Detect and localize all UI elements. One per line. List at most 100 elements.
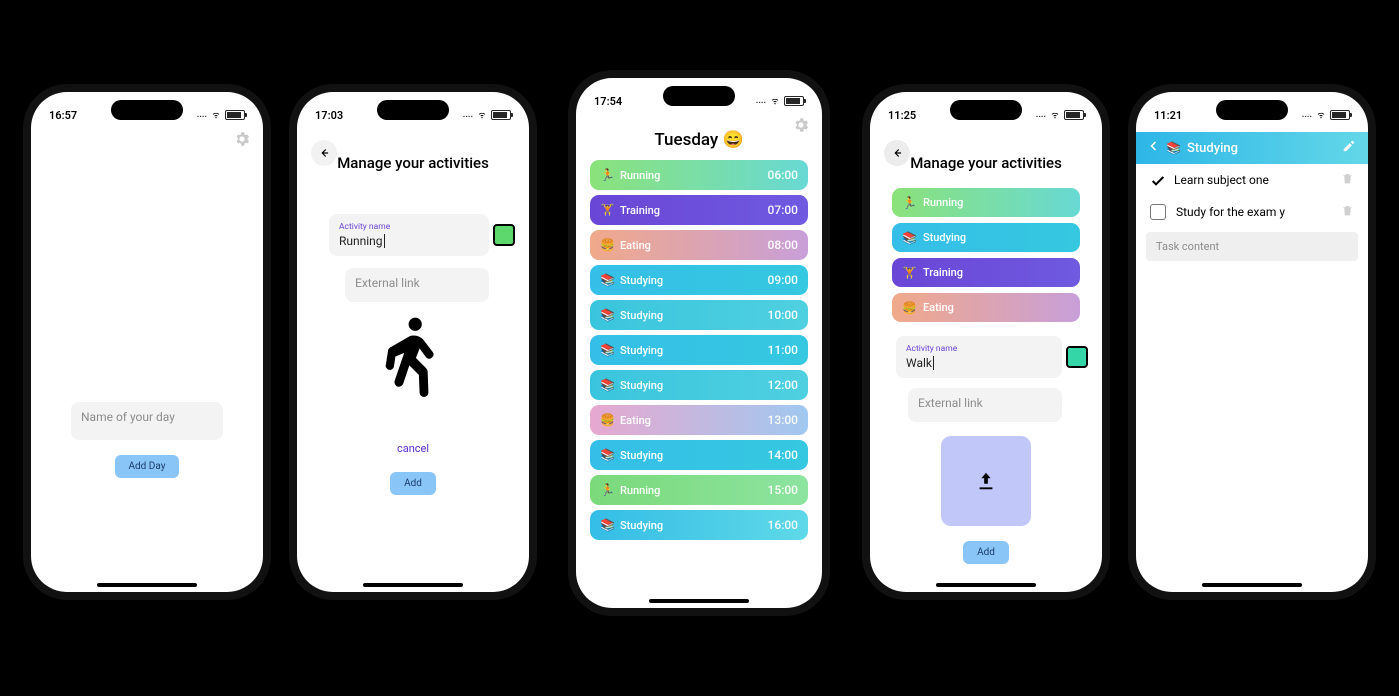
activity-icon: 📚 <box>600 519 615 531</box>
notch <box>1216 100 1288 120</box>
back-button[interactable] <box>884 140 910 166</box>
activity-name: Eating <box>620 239 651 252</box>
activity-time: 07:00 <box>768 203 798 217</box>
trash-icon[interactable] <box>1341 172 1354 188</box>
edit-icon[interactable] <box>1342 139 1356 157</box>
schedule-row[interactable]: 🍔 Eating 08:00 <box>590 230 808 260</box>
activity-time: 06:00 <box>768 168 798 182</box>
screen-manage-activity-new: 17:03 .... Manage your activities Activi… <box>297 92 529 592</box>
status-icons: .... <box>197 110 245 120</box>
schedule-row[interactable]: 📚Studying16:00 <box>590 510 808 540</box>
upload-icon <box>975 470 997 492</box>
upload-image-button[interactable] <box>941 436 1031 526</box>
activity-name: Eating <box>620 414 651 427</box>
todo-item: Study for the exam y <box>1136 196 1368 228</box>
schedule-row[interactable]: 📚Studying14:00 <box>590 440 808 470</box>
schedule-row[interactable]: 📚 Studying 12:00 <box>590 370 808 400</box>
trash-icon[interactable] <box>1341 204 1354 220</box>
external-link-input[interactable]: External link <box>908 388 1062 422</box>
battery-icon <box>1330 110 1350 120</box>
cancel-link[interactable]: cancel <box>297 442 529 455</box>
activity-chip[interactable]: 🍔 Eating <box>892 293 1080 322</box>
activity-name-input[interactable]: Activity name Walk <box>896 336 1062 378</box>
color-picker[interactable] <box>1066 346 1088 368</box>
activity-icon: 🍔 <box>600 414 615 426</box>
todo-text: Learn subject one <box>1174 173 1269 187</box>
activity-chip-label: Studying <box>923 231 966 244</box>
schedule-row[interactable]: 📚Studying10:00 <box>590 300 808 330</box>
activity-icon: 🏃 <box>902 197 917 209</box>
activity-name-label: Activity name <box>906 344 1052 354</box>
activity-chip-label: Eating <box>923 301 954 314</box>
add-button[interactable]: Add <box>390 472 436 495</box>
activity-name: Studying <box>620 379 663 392</box>
activity-icon: 📚 <box>600 274 615 286</box>
status-icons: .... <box>1036 110 1084 120</box>
wifi-icon <box>476 111 488 119</box>
cellular-icon: .... <box>197 110 207 120</box>
activity-name: Training <box>620 204 660 217</box>
schedule-row[interactable]: 📚Studying09:00 <box>590 265 808 295</box>
arrow-left-icon <box>317 146 331 160</box>
activity-name: Studying <box>620 519 663 532</box>
todo-checkbox[interactable] <box>1150 204 1166 220</box>
activity-time: 08:00 <box>768 238 798 252</box>
clock: 17:54 <box>594 95 622 108</box>
cellular-icon: .... <box>756 96 766 106</box>
status-icons: .... <box>756 96 804 106</box>
battery-icon <box>225 110 245 120</box>
external-link-input[interactable]: External link <box>345 268 489 302</box>
schedule-row[interactable]: 🍔 Eating 13:00 <box>590 405 808 435</box>
add-day-button[interactable]: Add Day <box>115 455 180 478</box>
schedule-row[interactable]: 🏃Running15:00 <box>590 475 808 505</box>
schedule-row[interactable]: 📚Studying11:00 <box>590 335 808 365</box>
activity-time: 15:00 <box>768 483 798 497</box>
home-indicator <box>936 583 1036 587</box>
activity-name-value: Running <box>339 234 385 248</box>
notch <box>663 86 735 106</box>
activity-icon: 📚 <box>600 449 615 461</box>
activity-icon: 🍔 <box>902 302 917 314</box>
cellular-icon: .... <box>1036 110 1046 120</box>
color-picker[interactable] <box>493 224 515 246</box>
clock: 16:57 <box>49 109 77 122</box>
activity-name: Running <box>620 169 660 182</box>
battery-icon <box>784 96 804 106</box>
activity-name-input[interactable]: Activity name Running <box>329 214 489 256</box>
settings-icon[interactable] <box>792 116 810 134</box>
status-icons: .... <box>463 110 511 120</box>
activity-icon: 📚 <box>600 344 615 356</box>
books-icon: 📚 <box>1166 142 1181 154</box>
activity-chip[interactable]: 📚 Studying <box>892 223 1080 252</box>
schedule-list: 🏃Running06:00🏋️Training07:00🍔Eating08:00… <box>576 150 822 540</box>
day-name-input[interactable]: Name of your day <box>71 402 223 440</box>
screen-manage-activity-list: 11:25 .... Manage your activities 🏃Runni… <box>870 92 1102 592</box>
activity-time: 13:00 <box>768 413 798 427</box>
activity-time: 14:00 <box>768 448 798 462</box>
settings-icon[interactable] <box>233 130 251 148</box>
todo-list: Learn subject one Study for the exam y <box>1136 164 1368 228</box>
activity-chip[interactable]: 🏃 Running <box>892 188 1080 217</box>
back-button[interactable] <box>311 140 337 166</box>
task-content-input[interactable]: Task content <box>1146 232 1358 261</box>
activity-icon: 🍔 <box>600 239 615 251</box>
activity-time: 12:00 <box>768 378 798 392</box>
schedule-row[interactable]: 🏃 Running 06:00 <box>590 160 808 190</box>
activity-chip[interactable]: 🏋️Training <box>892 258 1080 287</box>
todo-item: Learn subject one <box>1136 164 1368 196</box>
activity-name-value: Walk <box>906 356 934 370</box>
todo-checkbox[interactable] <box>1150 173 1164 187</box>
screen-add-day: 16:57 .... Name of your day Add Day <box>31 92 263 592</box>
status-icons: .... <box>1302 110 1350 120</box>
add-button[interactable]: Add <box>963 541 1009 564</box>
activity-icon: 📚 <box>902 232 917 244</box>
activity-icon: 📚 <box>600 379 615 391</box>
activity-icon: 🏃 <box>600 169 615 181</box>
screen-day-schedule: 17:54 .... Tuesday 😄 🏃Running06:00🏋️Trai… <box>576 78 822 608</box>
day-title: Tuesday 😄 <box>576 130 822 150</box>
schedule-row[interactable]: 🏋️Training07:00 <box>590 195 808 225</box>
todo-text: Study for the exam y <box>1176 205 1285 219</box>
activity-name: Studying <box>620 274 663 287</box>
activity-chip-label: Running <box>923 196 963 209</box>
back-chevron-icon[interactable] <box>1148 140 1160 156</box>
